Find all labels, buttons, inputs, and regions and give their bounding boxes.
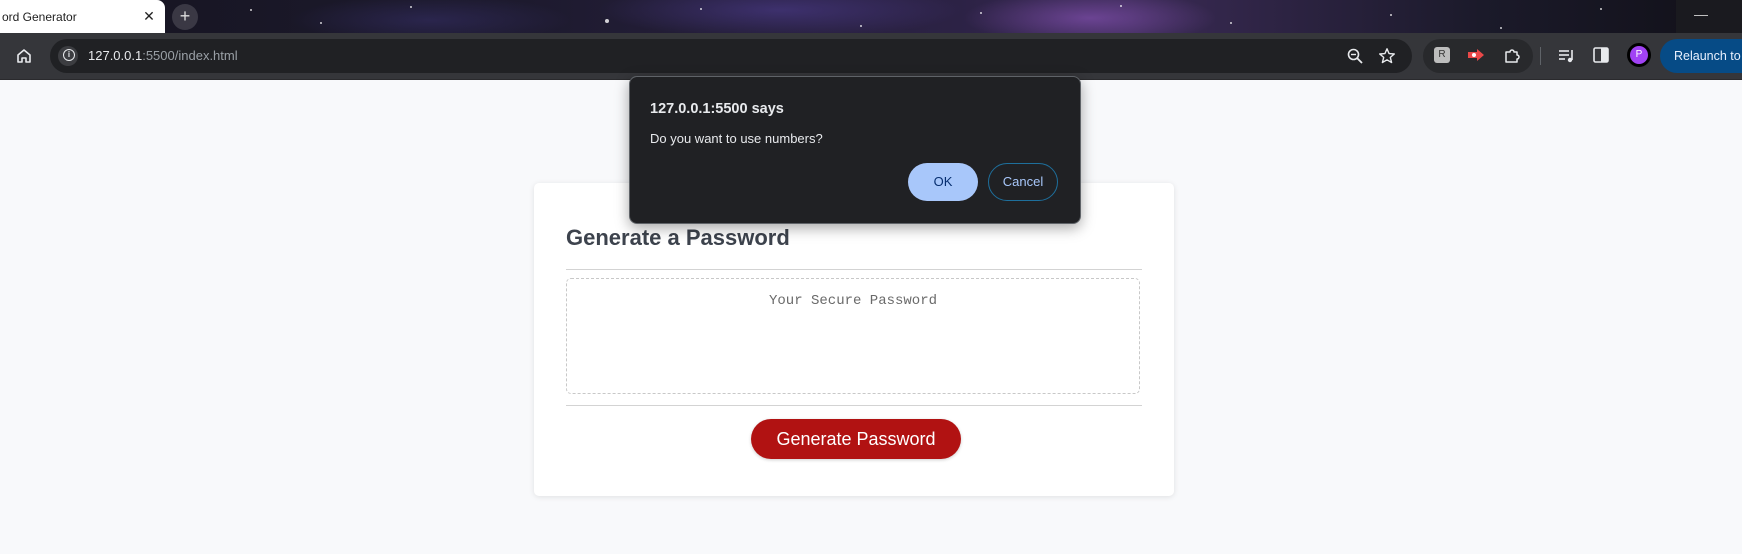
background-star xyxy=(1120,5,1122,7)
toolbar-divider xyxy=(1540,47,1541,65)
background-star xyxy=(1390,14,1392,16)
ok-button[interactable]: OK xyxy=(908,163,978,201)
background-star xyxy=(320,22,322,24)
password-card: Generate a Password Your Secure Password… xyxy=(534,183,1174,496)
bookmark-star-icon[interactable] xyxy=(1378,47,1396,65)
zoom-icon[interactable] xyxy=(1346,47,1364,65)
url-text[interactable]: 127.0.0.1:5500/index.html xyxy=(88,48,238,63)
media-controls-icon[interactable] xyxy=(1557,46,1577,66)
cancel-button[interactable]: Cancel xyxy=(988,163,1058,201)
dialog-message: Do you want to use numbers? xyxy=(650,131,823,146)
extensions-puzzle-icon[interactable] xyxy=(1503,47,1521,65)
extensions-group: R xyxy=(1423,39,1533,73)
minimize-button[interactable]: — xyxy=(1676,0,1726,33)
card-title: Generate a Password xyxy=(566,225,790,250)
password-output[interactable]: Your Secure Password xyxy=(566,278,1140,394)
extension-red-arrow-icon[interactable] xyxy=(1467,48,1485,62)
tab-close-icon[interactable]: ✕ xyxy=(140,7,158,25)
tab-title: ord Generator xyxy=(2,9,77,24)
generate-password-button[interactable]: Generate Password xyxy=(751,419,961,459)
footer-divider xyxy=(566,405,1142,406)
relaunch-button[interactable]: Relaunch to u xyxy=(1660,39,1742,73)
side-panel-icon[interactable] xyxy=(1592,46,1610,64)
background-star xyxy=(700,8,702,10)
dialog-title: 127.0.0.1:5500 says xyxy=(650,101,784,117)
profile-initial: P xyxy=(1630,46,1648,64)
background-star xyxy=(410,6,412,8)
address-bar[interactable]: i 127.0.0.1:5500/index.html xyxy=(50,39,1412,73)
tab-strip: ord Generator ✕ + — xyxy=(0,0,1742,33)
header-divider xyxy=(566,269,1142,270)
extension-r-icon[interactable]: R xyxy=(1434,47,1450,63)
browser-toolbar: i 127.0.0.1:5500/index.html R P Relaunch… xyxy=(0,33,1742,80)
background-star xyxy=(1500,27,1502,29)
site-info-icon[interactable]: i xyxy=(58,46,78,66)
background-star xyxy=(980,12,982,14)
home-icon[interactable] xyxy=(10,42,38,70)
alert-dialog: 127.0.0.1:5500 says Do you want to use n… xyxy=(629,76,1081,224)
background-star xyxy=(860,25,862,27)
background-star xyxy=(1230,22,1232,24)
url-path: :5500/index.html xyxy=(142,48,238,63)
profile-avatar[interactable]: P xyxy=(1627,43,1651,67)
background-star xyxy=(605,19,609,23)
new-tab-button[interactable]: + xyxy=(172,4,198,30)
background-star xyxy=(250,9,252,11)
background-star xyxy=(1600,8,1602,10)
url-host: 127.0.0.1 xyxy=(88,48,143,63)
window-controls-edge xyxy=(1726,0,1742,33)
active-tab[interactable]: ord Generator ✕ xyxy=(0,0,165,33)
